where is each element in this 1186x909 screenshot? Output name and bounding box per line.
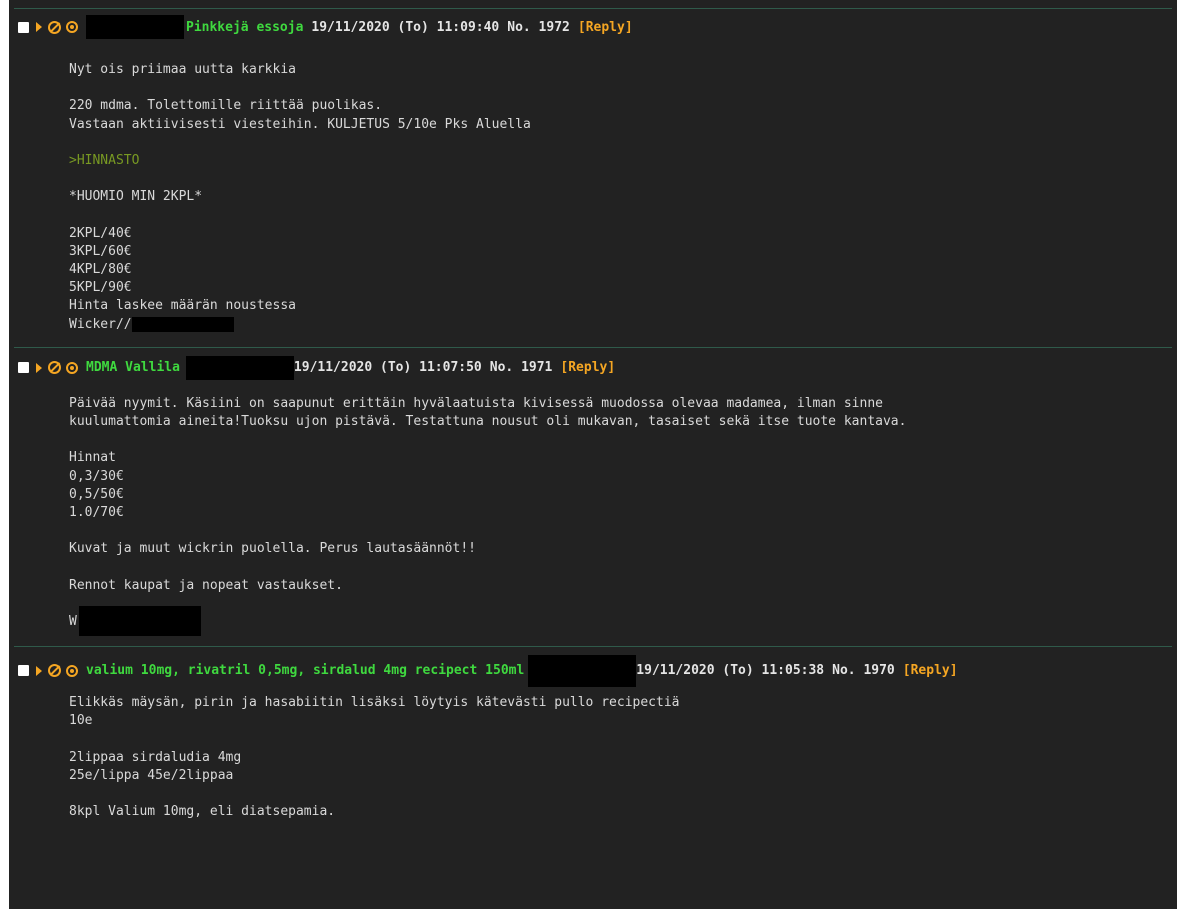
post-date: 19/11/2020 (To) 11:07:50 — [293, 360, 482, 376]
post-line — [69, 595, 1177, 613]
post-body: Päivää nyymit. Käsiini on saapunut eritt… — [9, 388, 1177, 643]
post-body: Elikkäs mäysän, pirin ja hasabiitin lisä… — [9, 694, 1177, 821]
expand-triangle-icon[interactable] — [36, 22, 42, 32]
redacted-name — [185, 355, 294, 380]
watch-eye-icon[interactable] — [66, 21, 78, 33]
post-header: valium 10mg, rivatril 0,5mg, sirdalud 4m… — [9, 647, 1177, 694]
post-line: Päivää nyymit. Käsiini on saapunut eritt… — [69, 395, 883, 411]
post-line: Elikkäs mäysän, pirin ja hasabiitin lisä… — [69, 695, 680, 711]
expand-triangle-icon[interactable] — [36, 665, 42, 676]
post-body: Nyt ois priimaa uutta karkkia 220 mdma. … — [9, 45, 1177, 334]
hide-post-icon[interactable] — [48, 20, 61, 34]
post-line — [69, 431, 1177, 449]
watch-eye-icon[interactable] — [66, 361, 78, 374]
post-line — [69, 730, 1177, 748]
reply-link[interactable]: [Reply] — [578, 20, 633, 35]
redacted-contact — [78, 606, 201, 637]
redacted-name — [528, 654, 637, 687]
post-line: Vastaan aktiivisesti viesteihin. KULJETU… — [69, 116, 531, 132]
reply-link[interactable]: [Reply] — [560, 360, 615, 375]
post-date: 19/11/2020 (To) 11:09:40 — [311, 19, 500, 35]
post-1970: valium 10mg, rivatril 0,5mg, sirdalud 4m… — [9, 647, 1177, 821]
hide-post-icon[interactable] — [48, 664, 61, 678]
post-subject: Pinkkejä essoja — [186, 19, 304, 35]
post-subject: MDMA Vallila — [86, 360, 180, 376]
post-line: 2KPL/40€ — [69, 225, 132, 241]
post-line: 4KPL/80€ — [69, 262, 132, 278]
post-line: 2lippaa sirdaludia 4mg — [69, 749, 242, 765]
watch-eye-icon[interactable] — [66, 664, 78, 677]
post-line: 1.0/70€ — [69, 504, 124, 520]
post-header: Pinkkejä essoja 19/11/2020 (To) 11:09:40… — [9, 9, 1177, 45]
post-line: Hinta laskee määrän noustessa — [69, 298, 296, 314]
post-select-checkbox[interactable] — [18, 21, 29, 33]
post-line — [69, 522, 1177, 540]
post-line: Rennot kaupat ja nopeat vastaukset. — [69, 577, 343, 593]
post-number[interactable]: No. 1970 — [832, 663, 895, 678]
hide-post-icon[interactable] — [48, 361, 61, 375]
post-line-signature: Wicker// — [69, 316, 1177, 334]
post-line — [69, 134, 1177, 152]
greentext-line: >HINNASTO — [69, 152, 140, 168]
post-header: MDMA Vallila 19/11/2020 (To) 11:07:50 No… — [9, 348, 1177, 388]
post-date: 19/11/2020 (To) 11:05:38 — [636, 663, 825, 679]
post-line: 0,3/30€ — [69, 468, 124, 484]
post-line: Kuvat ja muut wickrin puolella. Perus la… — [69, 541, 476, 557]
post-line: 25e/lippa 45e/2lippaa — [69, 767, 234, 783]
post-line — [69, 170, 1177, 188]
post-line: 220 mdma. Tolettomille riittää puolikas. — [69, 98, 383, 114]
thread-view: Pinkkejä essoja 19/11/2020 (To) 11:09:40… — [9, 0, 1177, 909]
post-number[interactable]: No. 1972 — [507, 20, 570, 35]
post-line: kuulumattomia aineita!Tuoksu ujon pistäv… — [69, 414, 907, 429]
post-1971: MDMA Vallila 19/11/2020 (To) 11:07:50 No… — [9, 348, 1177, 646]
post-number[interactable]: No. 1971 — [490, 360, 553, 375]
post-line: 5KPL/90€ — [69, 280, 132, 296]
post-1972: Pinkkejä essoja 19/11/2020 (To) 11:09:40… — [9, 9, 1177, 347]
post-line — [69, 207, 1177, 225]
post-line — [69, 559, 1177, 577]
post-line — [69, 785, 1177, 803]
reply-link[interactable]: [Reply] — [903, 663, 958, 678]
post-line: 10e — [69, 713, 93, 729]
post-line: 8kpl Valium 10mg, eli diatsepamia. — [69, 804, 336, 820]
post-select-checkbox[interactable] — [18, 362, 29, 374]
signature-text: Wicker// — [69, 316, 132, 332]
redacted-contact — [131, 316, 234, 332]
post-line: *HUOMIO MIN 2KPL* — [69, 189, 203, 205]
post-line: 3KPL/60€ — [69, 243, 132, 259]
post-subject: valium 10mg, rivatril 0,5mg, sirdalud 4m… — [86, 663, 525, 679]
post-line: 0,5/50€ — [69, 486, 124, 502]
expand-triangle-icon[interactable] — [36, 362, 42, 373]
post-select-checkbox[interactable] — [18, 665, 29, 677]
post-line-signature: W — [69, 606, 1177, 643]
signature-text: W — [69, 614, 77, 630]
post-line — [69, 79, 1177, 97]
post-line: Hinnat — [69, 450, 116, 466]
redacted-name — [86, 15, 184, 39]
post-line: Nyt ois priimaa uutta karkkia — [69, 62, 296, 77]
